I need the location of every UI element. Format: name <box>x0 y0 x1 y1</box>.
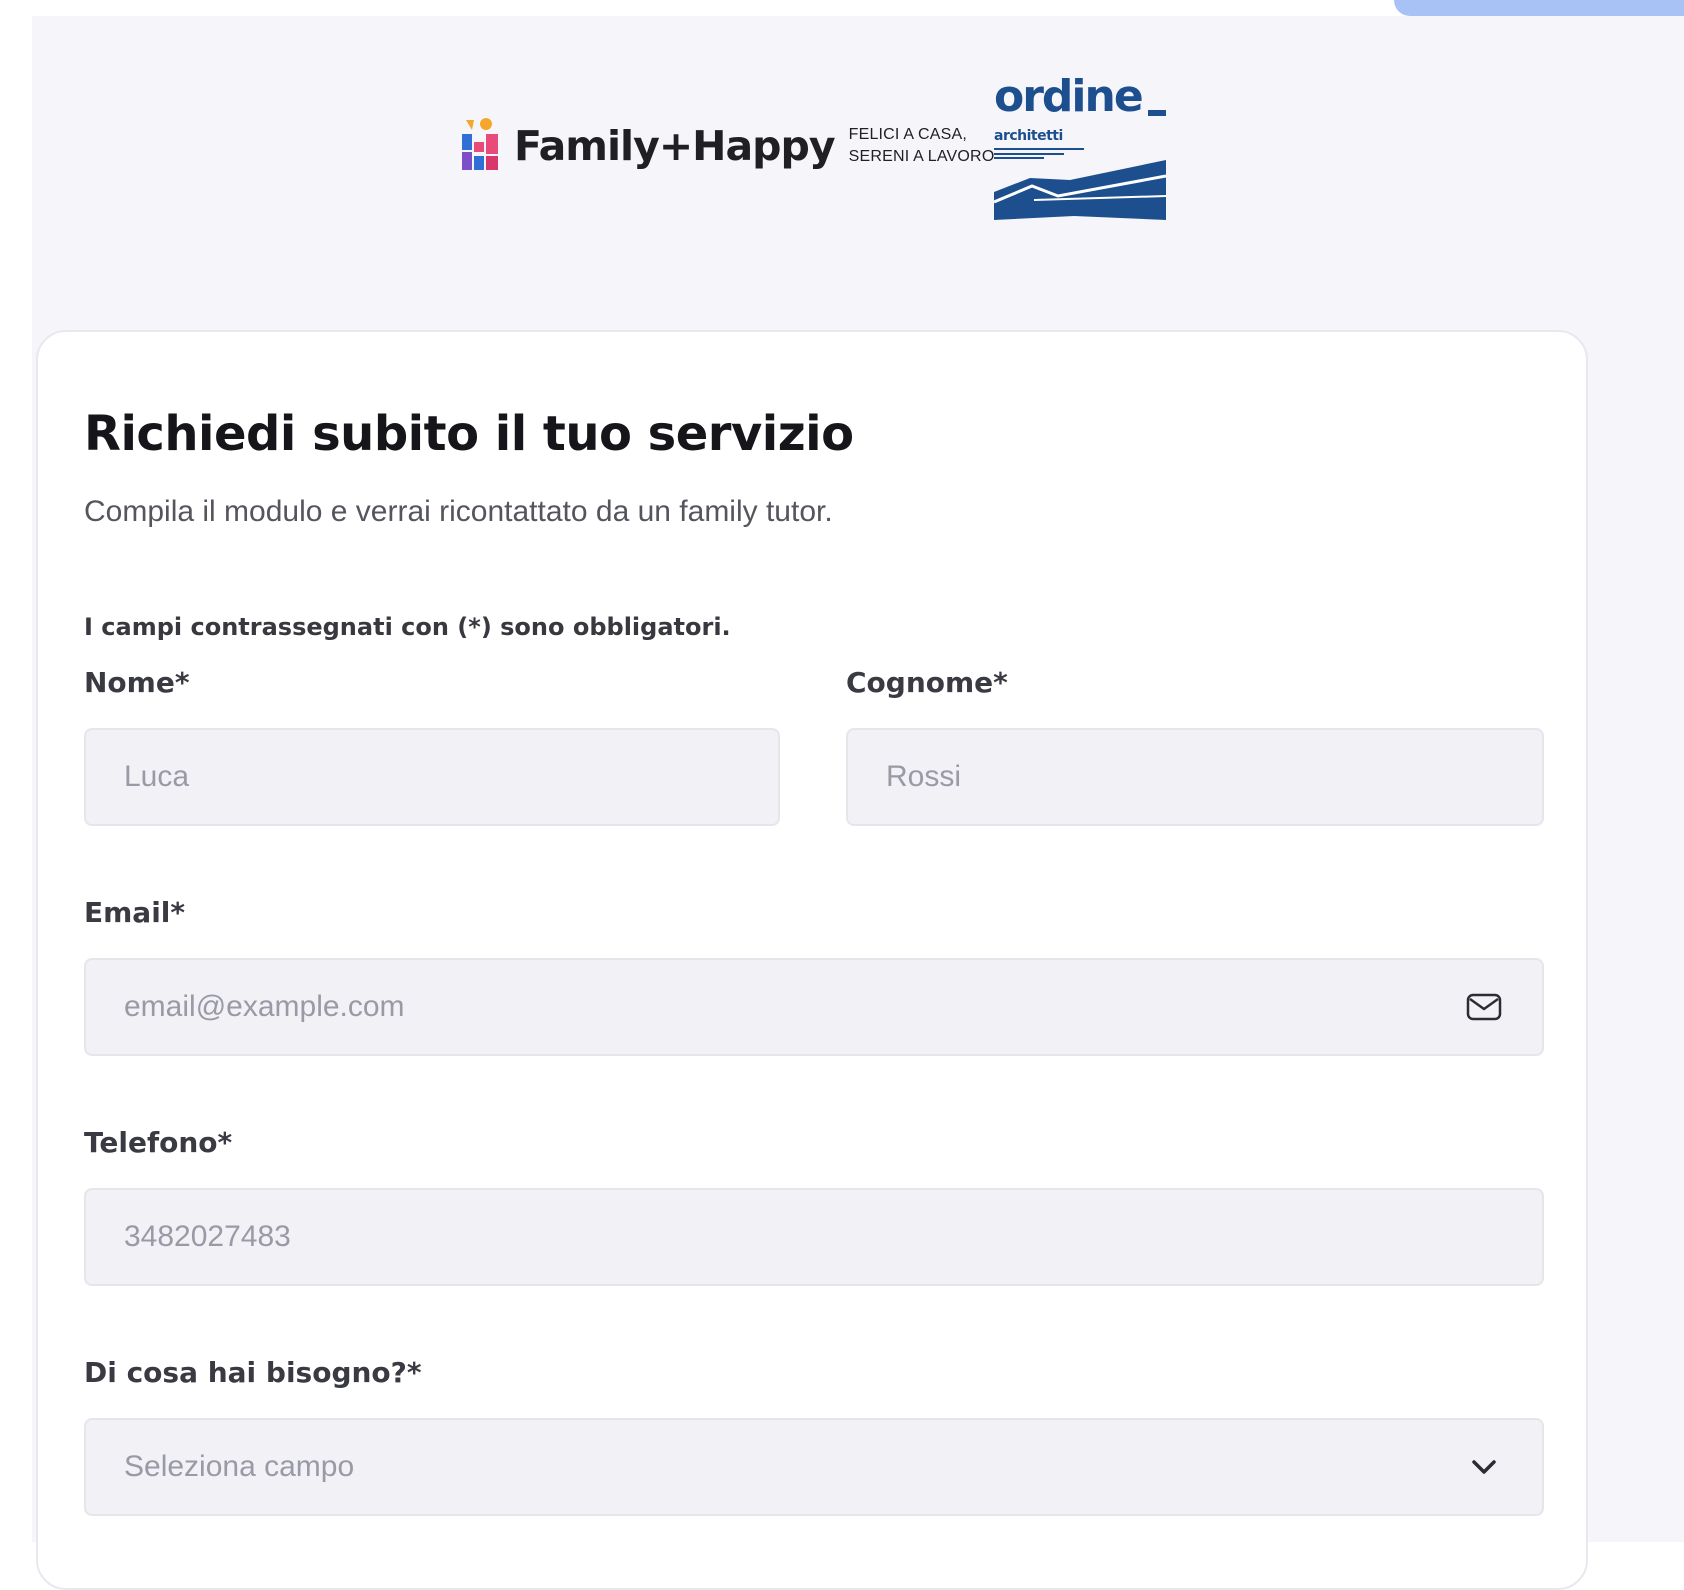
nome-placeholder: Luca <box>124 760 190 793</box>
form-subtitle: Compila il modulo e verrai ricontattato … <box>84 495 833 528</box>
telefono-label: Telefono* <box>84 1126 233 1159</box>
email-label: Email* <box>84 896 186 929</box>
ordine-logo-graphic <box>994 160 1166 220</box>
form-title: Richiedi subito il tuo servizio <box>84 406 854 462</box>
bisogno-selected-value: Seleziona campo <box>124 1450 355 1483</box>
cognome-placeholder: Rossi <box>886 760 962 793</box>
ordine-architetti-logo[interactable]: ordine architetti <box>994 70 1166 220</box>
bisogno-select[interactable]: Seleziona campo <box>84 1418 1544 1516</box>
email-input[interactable]: email@example.com <box>84 958 1544 1056</box>
family-happy-logo-text: Family+Happy <box>514 122 836 170</box>
tagline-line-1: FELICI A CASA, <box>848 126 967 143</box>
chevron-down-icon <box>1464 1447 1504 1487</box>
header-logos: Family+Happy FELICI A CASA, SERENI A LAV… <box>460 70 1180 220</box>
family-happy-tagline: FELICI A CASA, SERENI A LAVORO <box>849 124 995 168</box>
ordine-logo-text: ordine <box>994 71 1144 122</box>
cognome-label: Cognome* <box>846 666 1008 699</box>
bisogno-label: Di cosa hai bisogno?* <box>84 1356 422 1389</box>
request-form-card: Richiedi subito il tuo servizio Compila … <box>36 330 1588 1590</box>
telefono-input[interactable]: 3482027483 <box>84 1188 1544 1286</box>
email-placeholder: email@example.com <box>124 990 405 1023</box>
family-happy-mark-icon <box>462 118 498 170</box>
nome-label: Nome* <box>84 666 190 699</box>
decorative-corner-shape <box>1394 0 1684 16</box>
ordine-logo-dash <box>1148 110 1166 116</box>
ordine-logo-subtext: architetti <box>994 128 1063 144</box>
mail-icon <box>1464 987 1504 1027</box>
nome-input[interactable]: Luca <box>84 728 780 826</box>
required-fields-note: I campi contrassegnati con (*) sono obbl… <box>84 613 731 641</box>
cognome-input[interactable]: Rossi <box>846 728 1544 826</box>
tagline-line-2: SERENI A LAVORO <box>848 148 995 165</box>
family-happy-logo[interactable]: Family+Happy FELICI A CASA, SERENI A LAV… <box>460 118 994 174</box>
telefono-placeholder: 3482027483 <box>124 1220 291 1253</box>
